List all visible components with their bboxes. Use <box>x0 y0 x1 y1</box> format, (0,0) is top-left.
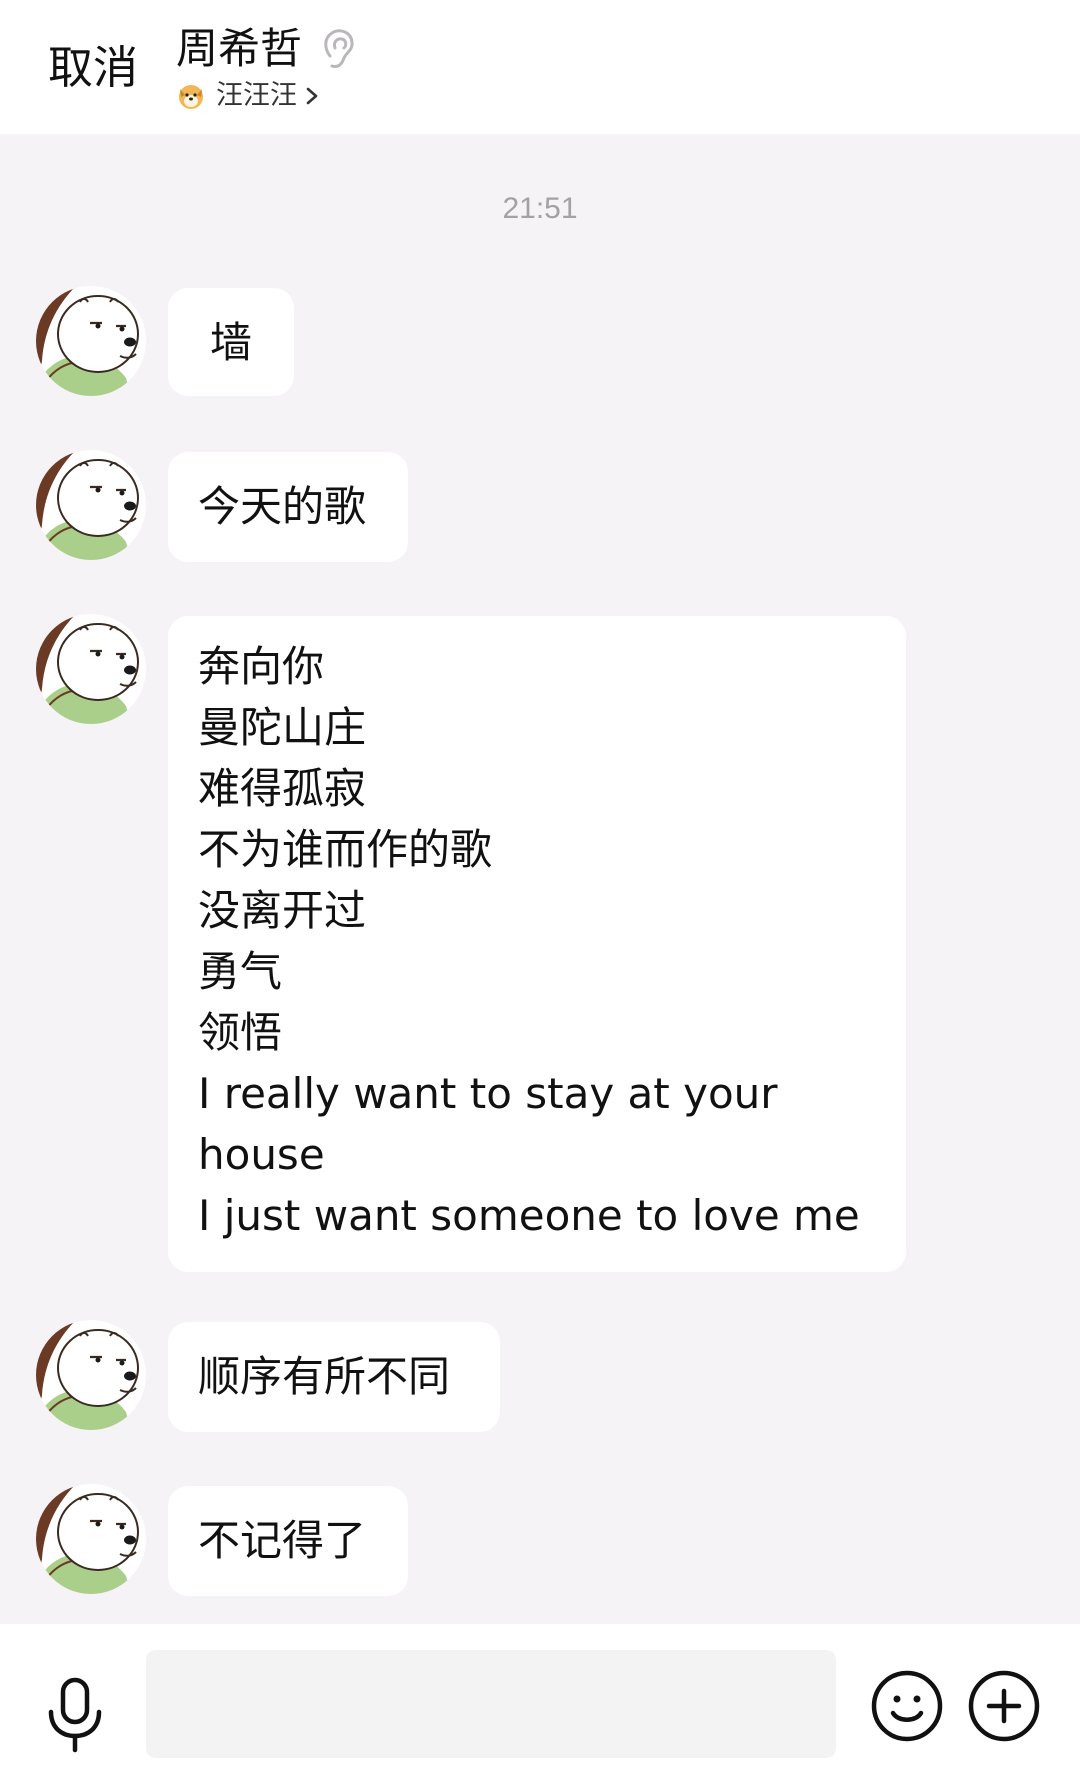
message-line: 勇气 <box>198 947 283 996</box>
contact-avatar[interactable] <box>36 1320 146 1430</box>
message-line: 曼陀山庄 <box>198 703 367 752</box>
cancel-button[interactable]: 取消 <box>48 38 138 98</box>
message-line: I just want someone to love me <box>198 1191 860 1240</box>
message-bubble[interactable]: 不记得了 <box>168 1486 408 1596</box>
status-text: 汪汪汪 <box>216 80 297 111</box>
message-bubble[interactable]: 今天的歌 <box>168 452 408 562</box>
message-line: 不为谁而作的歌 <box>198 825 493 874</box>
message-line: 没离开过 <box>198 886 367 935</box>
message-line: 领悟 <box>198 1008 283 1057</box>
message-text: 墙 <box>209 318 252 367</box>
microphone-icon[interactable] <box>42 1674 108 1754</box>
message-bubble[interactable]: 顺序有所不同 <box>168 1322 500 1432</box>
earpiece-mode-icon[interactable] <box>318 26 358 72</box>
message-line: I really want to stay at your <box>198 1069 778 1118</box>
input-bar <box>0 1624 1080 1787</box>
smiley-icon[interactable] <box>870 1669 944 1743</box>
chevron-right-icon <box>306 87 318 105</box>
message-line: house <box>198 1130 325 1179</box>
contact-avatar[interactable] <box>36 450 146 560</box>
message-input[interactable] <box>146 1650 836 1758</box>
contact-avatar[interactable] <box>36 614 146 724</box>
message-line: 奔向你 <box>198 642 325 691</box>
message-bubble[interactable]: 墙 <box>168 288 294 396</box>
chat-area[interactable]: 21:51 墙 今天的歌 奔向你 曼陀山庄 难得孤寂 不为谁而作的歌 没离开过 … <box>0 134 1080 1624</box>
contact-avatar[interactable] <box>36 1484 146 1594</box>
message-text: 今天的歌 <box>198 482 367 531</box>
message-text: 顺序有所不同 <box>198 1352 451 1401</box>
contact-avatar[interactable] <box>36 286 146 396</box>
status-row[interactable]: 汪汪汪 <box>176 78 319 114</box>
message-timestamp: 21:51 <box>502 192 578 225</box>
message-bubble[interactable]: 奔向你 曼陀山庄 难得孤寂 不为谁而作的歌 没离开过 勇气 领悟 I reall… <box>168 616 906 1272</box>
chat-header: 取消 周希哲 汪汪汪 <box>0 0 1080 134</box>
message-line: 难得孤寂 <box>198 764 367 813</box>
dog-emoji-icon <box>179 85 203 109</box>
message-text: 不记得了 <box>198 1516 367 1565</box>
contact-name: 周希哲 <box>176 24 303 73</box>
plus-circle-icon[interactable] <box>967 1669 1041 1743</box>
